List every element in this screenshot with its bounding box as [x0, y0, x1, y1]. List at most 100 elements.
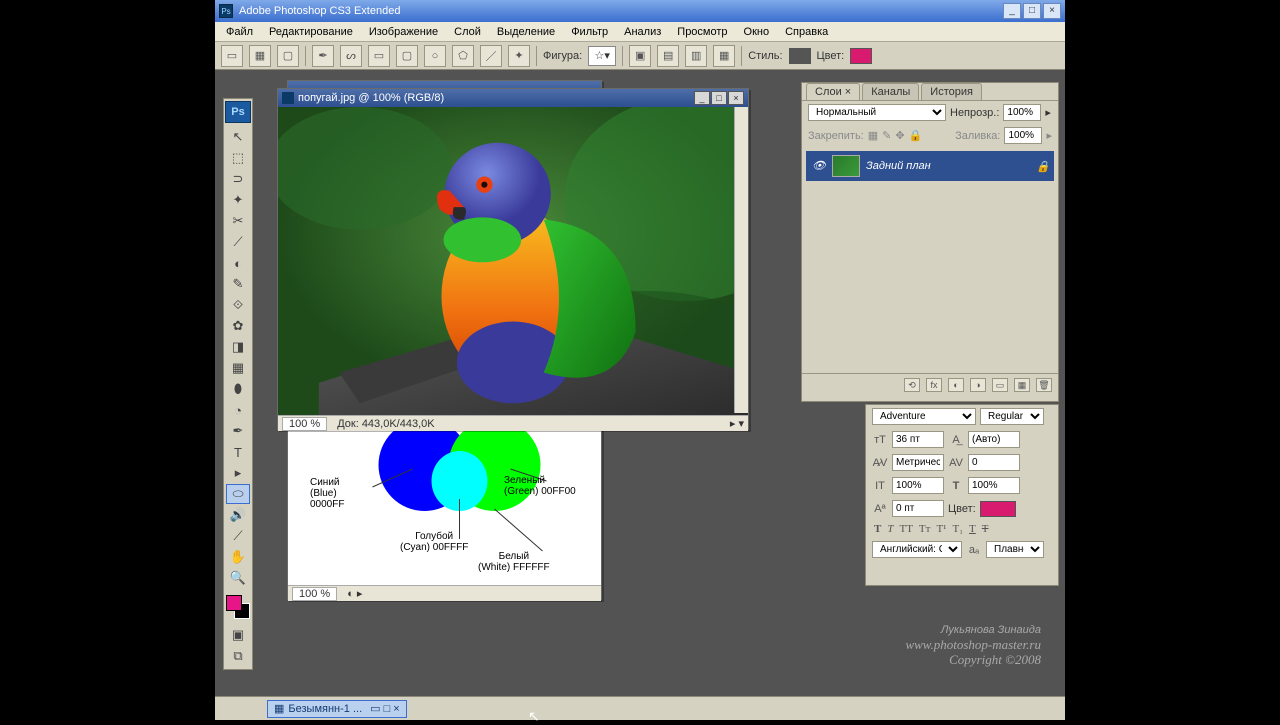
- visibility-icon[interactable]: 👁: [812, 159, 826, 173]
- zoom-value[interactable]: 100 %: [292, 587, 337, 601]
- tab-channels[interactable]: Каналы: [862, 83, 919, 100]
- taskbar-doc-button[interactable]: ▦ Безымянн-1 ... ▭ □ ×: [267, 700, 407, 718]
- menu-layer[interactable]: Слой: [447, 24, 488, 40]
- lock-all-icon[interactable]: 🔒: [909, 129, 923, 142]
- menu-select[interactable]: Выделение: [490, 24, 562, 40]
- italic-button[interactable]: T: [887, 523, 893, 535]
- vscale-input[interactable]: [892, 477, 944, 494]
- scroll-arrows[interactable]: ▸ ▾: [730, 417, 744, 430]
- lock-paint-icon[interactable]: ✎: [882, 129, 891, 142]
- maximize-button[interactable]: □: [1023, 3, 1041, 19]
- strike-button[interactable]: T: [982, 523, 989, 535]
- dodge-tool[interactable]: ◔: [226, 400, 250, 420]
- fill-input[interactable]: [1004, 127, 1042, 144]
- eyedropper-tool[interactable]: ⟋: [226, 526, 250, 546]
- opacity-input[interactable]: [1003, 104, 1041, 121]
- tab-history[interactable]: История: [921, 83, 982, 100]
- eraser-tool[interactable]: ◨: [226, 337, 250, 357]
- fill-flyout[interactable]: ▸: [1046, 129, 1052, 142]
- history-brush-tool[interactable]: ✿: [226, 316, 250, 336]
- font-size-input[interactable]: [892, 431, 944, 448]
- group-icon[interactable]: ▭: [992, 378, 1008, 392]
- lock-pixels-icon[interactable]: ▦: [868, 129, 878, 142]
- font-style-select[interactable]: Regular: [980, 408, 1044, 425]
- doc-parrot-canvas[interactable]: [278, 107, 748, 415]
- menu-analysis[interactable]: Анализ: [617, 24, 668, 40]
- gradient-tool[interactable]: ▦: [226, 358, 250, 378]
- language-select[interactable]: Английский: С...: [872, 541, 962, 558]
- menu-view[interactable]: Просмотр: [670, 24, 734, 40]
- ellipse-shape-icon[interactable]: ○: [424, 45, 446, 67]
- doc-maximize-button[interactable]: □: [711, 91, 727, 105]
- notes-tool[interactable]: 🔊: [226, 505, 250, 525]
- layer-row[interactable]: 👁 Задний план 🔒: [806, 151, 1054, 181]
- fx-icon[interactable]: fx: [926, 378, 942, 392]
- doc-parrot-window[interactable]: попугай.jpg @ 100% (RGB/8) _ □ ×: [277, 88, 749, 430]
- new-layer-icon[interactable]: ▦: [1014, 378, 1030, 392]
- lock-position-icon[interactable]: ✥: [895, 129, 904, 142]
- menu-filter[interactable]: Фильтр: [564, 24, 615, 40]
- menu-edit[interactable]: Редактирование: [262, 24, 360, 40]
- layer-name[interactable]: Задний план: [866, 160, 931, 172]
- healing-tool[interactable]: ◐: [226, 253, 250, 273]
- roundrect-shape-icon[interactable]: ▢: [396, 45, 418, 67]
- doc-parrot-titlebar[interactable]: попугай.jpg @ 100% (RGB/8) _ □ ×: [278, 89, 748, 107]
- combine-exclude-icon[interactable]: ▦: [713, 45, 735, 67]
- mask-icon[interactable]: ◐: [948, 378, 964, 392]
- menu-image[interactable]: Изображение: [362, 24, 445, 40]
- blur-tool[interactable]: ⬮: [226, 379, 250, 399]
- shape-tool[interactable]: ⬭: [226, 484, 250, 504]
- pen-tool[interactable]: ✒: [226, 421, 250, 441]
- lasso-tool[interactable]: ⊃: [226, 169, 250, 189]
- color-wells[interactable]: [226, 595, 250, 619]
- combine-intersect-icon[interactable]: ▥: [685, 45, 707, 67]
- menu-file[interactable]: Файл: [219, 24, 260, 40]
- character-panel[interactable]: Adventure Regular тТ А̲ A̷V AV IT T: [865, 404, 1059, 586]
- antialias-select[interactable]: Плавное: [986, 541, 1044, 558]
- style-swatch[interactable]: [789, 48, 811, 64]
- shape-layers-button[interactable]: ▦: [249, 45, 271, 67]
- combine-subtract-icon[interactable]: ▤: [657, 45, 679, 67]
- delete-icon[interactable]: 🗑: [1036, 378, 1052, 392]
- tab-layers[interactable]: Слои ×: [806, 83, 860, 100]
- menu-window[interactable]: Окно: [737, 24, 777, 40]
- freeform-pen-icon[interactable]: ᔕ: [340, 45, 362, 67]
- tool-preset-button[interactable]: ▭: [221, 45, 243, 67]
- hscale-input[interactable]: [968, 477, 1020, 494]
- pen-icon[interactable]: ✒: [312, 45, 334, 67]
- superscript-button[interactable]: T¹: [936, 523, 946, 535]
- subscript-button[interactable]: T₁: [952, 523, 963, 535]
- scrollbar-vertical[interactable]: [734, 107, 748, 413]
- move-tool[interactable]: ↖: [226, 127, 250, 147]
- font-family-select[interactable]: Adventure: [872, 408, 976, 425]
- slice-tool[interactable]: ⟋: [226, 232, 250, 252]
- blend-mode-select[interactable]: Нормальный: [808, 104, 946, 121]
- foreground-color[interactable]: [226, 595, 242, 611]
- rect-shape-icon[interactable]: ▭: [368, 45, 390, 67]
- taskbar-controls[interactable]: ▭ □ ×: [370, 702, 400, 715]
- bold-button[interactable]: T: [874, 523, 881, 535]
- close-button[interactable]: ×: [1043, 3, 1061, 19]
- stamp-tool[interactable]: ⟐: [226, 295, 250, 315]
- polygon-shape-icon[interactable]: ⬠: [452, 45, 474, 67]
- marquee-tool[interactable]: ⬚: [226, 148, 250, 168]
- link-layers-icon[interactable]: ⟲: [904, 378, 920, 392]
- type-tool[interactable]: T: [226, 442, 250, 462]
- path-select-tool[interactable]: ▸: [226, 463, 250, 483]
- color-swatch[interactable]: [850, 48, 872, 64]
- minimize-button[interactable]: _: [1003, 3, 1021, 19]
- kerning-input[interactable]: [892, 454, 944, 471]
- layers-panel[interactable]: Слои × Каналы История Нормальный Непрозр…: [801, 82, 1059, 402]
- baseline-input[interactable]: [892, 500, 944, 517]
- zoom-value[interactable]: 100 %: [282, 417, 327, 431]
- char-color-swatch[interactable]: [980, 501, 1016, 517]
- brush-tool[interactable]: ✎: [226, 274, 250, 294]
- allcaps-button[interactable]: TT: [899, 523, 912, 535]
- crop-tool[interactable]: ✂: [226, 211, 250, 231]
- title-bar[interactable]: Ps Adobe Photoshop CS3 Extended _ □ ×: [215, 0, 1065, 22]
- underline-button[interactable]: T: [969, 523, 976, 535]
- shape-picker[interactable]: ☆▾: [588, 46, 616, 66]
- doc-minimize-button[interactable]: _: [694, 91, 710, 105]
- opacity-flyout[interactable]: ▸: [1045, 106, 1051, 119]
- custom-shape-icon[interactable]: ✦: [508, 45, 530, 67]
